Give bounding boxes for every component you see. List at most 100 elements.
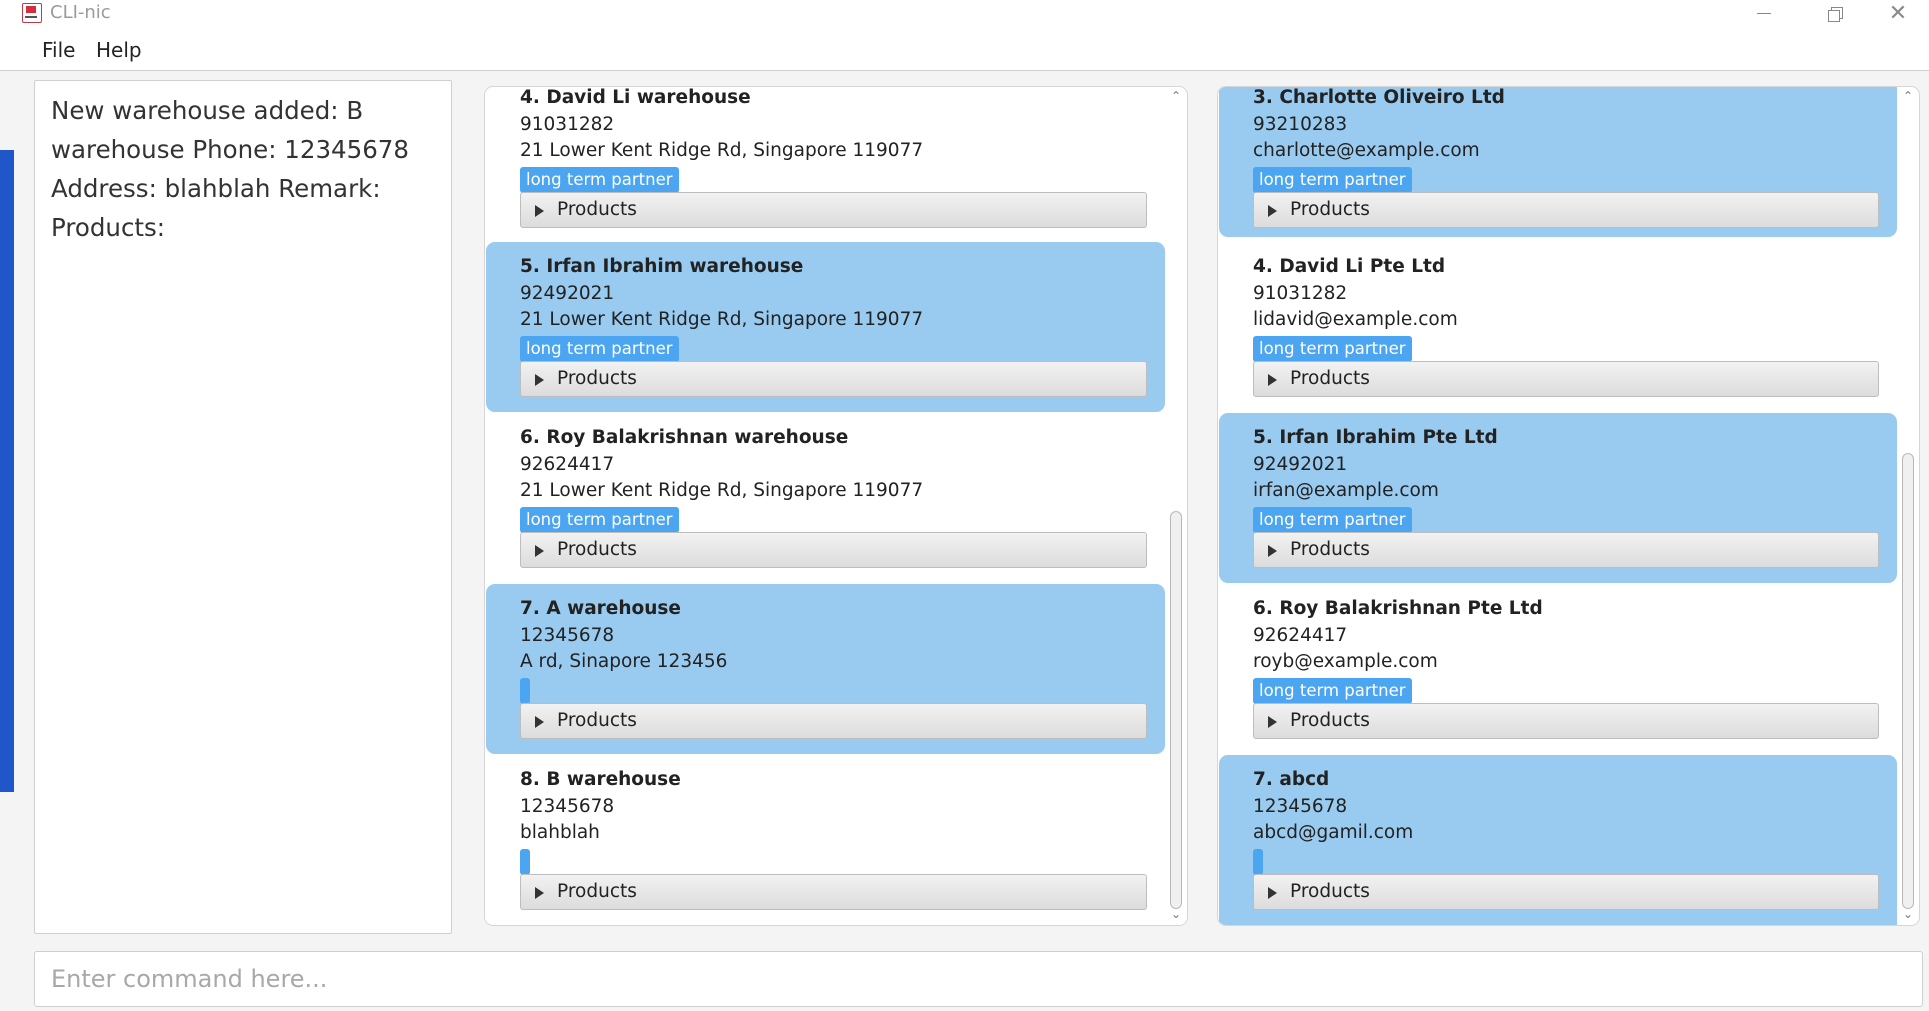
card-tag: long term partner xyxy=(520,167,679,193)
products-label: Products xyxy=(557,199,637,220)
expand-arrow-icon xyxy=(1268,887,1277,899)
card-phone: 91031282 xyxy=(1253,283,1348,304)
expand-arrow-icon xyxy=(535,205,544,217)
expand-arrow-icon xyxy=(535,716,544,728)
warehouse-card[interactable]: 5. Irfan Ibrahim warehouse 92492021 21 L… xyxy=(486,242,1165,412)
card-tag: long term partner xyxy=(1253,167,1412,193)
card-tag-empty xyxy=(520,849,530,875)
card-phone: 12345678 xyxy=(520,796,615,817)
close-icon: ✕ xyxy=(1888,0,1908,26)
title-bar: CLI-nic ✕ xyxy=(0,0,1929,28)
products-label: Products xyxy=(1290,881,1370,902)
maximize-button[interactable] xyxy=(1804,0,1864,26)
products-dropdown[interactable]: Products xyxy=(1253,532,1879,568)
products-label: Products xyxy=(557,368,637,389)
scroll-thumb[interactable] xyxy=(1902,453,1914,909)
scroll-up-icon[interactable]: ⌃ xyxy=(1903,90,1913,102)
card-email: royb@example.com xyxy=(1253,651,1438,672)
command-input[interactable] xyxy=(34,951,1923,1007)
clinic-app-icon xyxy=(22,3,42,23)
warehouse-card[interactable]: 7. A warehouse 12345678 A rd, Sinapore 1… xyxy=(486,584,1165,754)
card-tag: long term partner xyxy=(520,336,679,362)
result-line: warehouse Phone: 12345678 xyxy=(51,135,409,164)
products-dropdown[interactable]: Products xyxy=(1253,703,1879,739)
card-address: 21 Lower Kent Ridge Rd, Singapore 119077 xyxy=(520,309,924,330)
products-dropdown[interactable]: Products xyxy=(520,361,1147,397)
card-phone: 92624417 xyxy=(520,454,615,475)
supplier-scrollbar[interactable]: ⌃ ⌄ xyxy=(1899,87,1917,925)
supplier-card[interactable]: 5. Irfan Ibrahim Pte Ltd 92492021 irfan@… xyxy=(1219,413,1897,583)
products-dropdown[interactable]: Products xyxy=(520,874,1147,910)
minimize-icon xyxy=(1757,12,1771,14)
menu-help[interactable]: Help xyxy=(96,38,142,62)
supplier-card[interactable]: 3. Charlotte Oliveiro Ltd 93210283 charl… xyxy=(1219,87,1897,237)
card-address: 21 Lower Kent Ridge Rd, Singapore 119077 xyxy=(520,480,924,501)
result-text: New warehouse added: B warehouse Phone: … xyxy=(51,91,435,247)
card-tag: long term partner xyxy=(1253,336,1412,362)
expand-arrow-icon xyxy=(1268,205,1277,217)
desktop-edge xyxy=(0,150,14,792)
card-title: 8. B warehouse xyxy=(520,769,681,790)
card-phone: 92492021 xyxy=(520,283,615,304)
card-title: 6. Roy Balakrishnan warehouse xyxy=(520,427,849,448)
scroll-thumb[interactable] xyxy=(1170,511,1182,909)
card-phone: 91031282 xyxy=(520,114,615,135)
expand-arrow-icon xyxy=(1268,545,1277,557)
products-dropdown[interactable]: Products xyxy=(520,532,1147,568)
products-label: Products xyxy=(557,881,637,902)
result-display[interactable]: New warehouse added: B warehouse Phone: … xyxy=(34,80,452,934)
scroll-down-icon[interactable]: ⌄ xyxy=(1903,908,1913,920)
menu-file[interactable]: File xyxy=(42,38,75,62)
card-phone: 92492021 xyxy=(1253,454,1348,475)
supplier-list-panel[interactable]: 3. Charlotte Oliveiro Ltd 93210283 charl… xyxy=(1217,86,1920,926)
card-tag: long term partner xyxy=(520,507,679,533)
products-dropdown[interactable]: Products xyxy=(1253,192,1879,228)
expand-arrow-icon xyxy=(535,545,544,557)
expand-arrow-icon xyxy=(1268,716,1277,728)
card-email: lidavid@example.com xyxy=(1253,309,1458,330)
card-address: A rd, Sinapore 123456 xyxy=(520,651,728,672)
result-line: New warehouse added: B xyxy=(51,96,364,125)
card-tag-empty xyxy=(1253,849,1263,875)
card-address: blahblah xyxy=(520,822,600,843)
card-tag: long term partner xyxy=(1253,678,1412,704)
card-title: 4. David Li warehouse xyxy=(520,87,751,108)
supplier-card[interactable]: 7. abcd 12345678 abcd@gamil.com Products xyxy=(1219,755,1897,925)
card-email: irfan@example.com xyxy=(1253,480,1439,501)
minimize-button[interactable] xyxy=(1734,0,1794,26)
card-title: 7. A warehouse xyxy=(520,598,681,619)
products-dropdown[interactable]: Products xyxy=(1253,361,1879,397)
result-line: Address: blahblah Remark: xyxy=(51,174,381,203)
card-phone: 92624417 xyxy=(1253,625,1348,646)
warehouse-list-panel[interactable]: 4. David Li warehouse 91031282 21 Lower … xyxy=(484,86,1188,926)
scroll-up-icon[interactable]: ⌃ xyxy=(1171,90,1181,102)
card-title: 5. Irfan Ibrahim warehouse xyxy=(520,256,804,277)
products-dropdown[interactable]: Products xyxy=(520,703,1147,739)
card-address: 21 Lower Kent Ridge Rd, Singapore 119077 xyxy=(520,140,924,161)
products-label: Products xyxy=(557,710,637,731)
products-label: Products xyxy=(557,539,637,560)
supplier-card[interactable]: 4. David Li Pte Ltd 91031282 lidavid@exa… xyxy=(1219,242,1897,412)
products-dropdown[interactable]: Products xyxy=(520,192,1147,228)
window-title: CLI-nic xyxy=(50,2,111,23)
products-label: Products xyxy=(1290,710,1370,731)
card-title: 5. Irfan Ibrahim Pte Ltd xyxy=(1253,427,1498,448)
card-email: abcd@gamil.com xyxy=(1253,822,1414,843)
expand-arrow-icon xyxy=(535,887,544,899)
card-title: 3. Charlotte Oliveiro Ltd xyxy=(1253,87,1505,108)
warehouse-card[interactable]: 8. B warehouse 12345678 blahblah Product… xyxy=(486,755,1165,925)
products-dropdown[interactable]: Products xyxy=(1253,874,1879,910)
expand-arrow-icon xyxy=(1268,374,1277,386)
card-phone: 12345678 xyxy=(1253,796,1348,817)
warehouse-card[interactable]: 4. David Li warehouse 91031282 21 Lower … xyxy=(486,87,1165,250)
products-label: Products xyxy=(1290,199,1370,220)
expand-arrow-icon xyxy=(535,374,544,386)
close-button[interactable]: ✕ xyxy=(1868,0,1928,26)
warehouse-scrollbar[interactable]: ⌃ ⌄ xyxy=(1167,87,1185,925)
card-email: charlotte@example.com xyxy=(1253,140,1480,161)
maximize-icon xyxy=(1828,7,1843,22)
supplier-card[interactable]: 6. Roy Balakrishnan Pte Ltd 92624417 roy… xyxy=(1219,584,1897,754)
products-label: Products xyxy=(1290,539,1370,560)
scroll-down-icon[interactable]: ⌄ xyxy=(1171,908,1181,920)
warehouse-card[interactable]: 6. Roy Balakrishnan warehouse 92624417 2… xyxy=(486,413,1165,583)
